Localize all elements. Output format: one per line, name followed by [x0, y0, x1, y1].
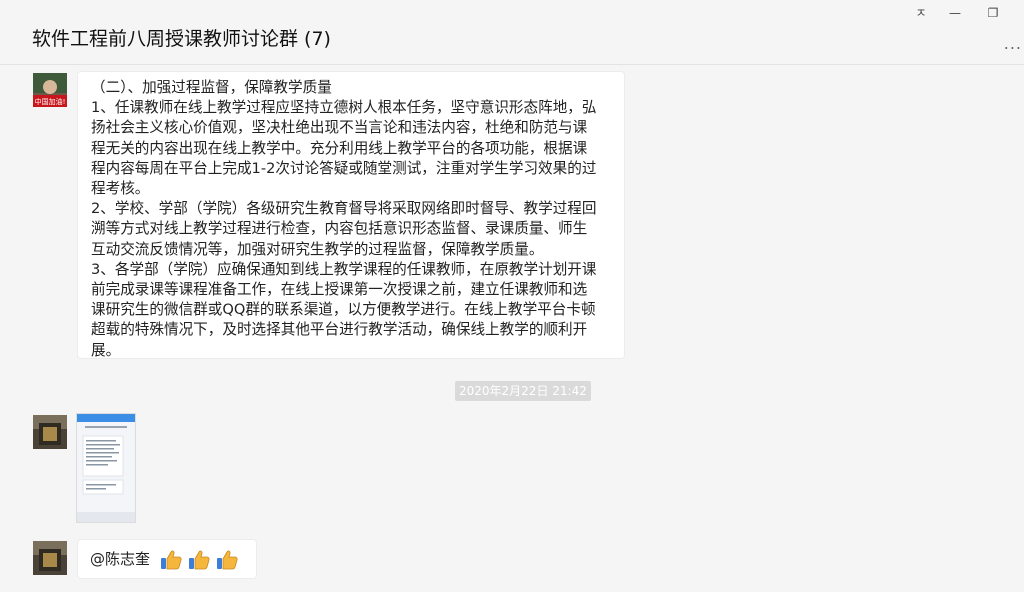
avatar-image [33, 415, 67, 449]
message-line: 2、学校、学部（学院）各级研究生教育督导将采取网络即时督导、教学过程回 [91, 200, 597, 218]
avatar[interactable] [33, 415, 67, 449]
mention-message[interactable]: @陈志奎 [78, 540, 256, 578]
thumbs-up-icon [188, 550, 210, 569]
message-line: 互动交流反馈情况等，加强对研究生教学的过程监督，保障教学质量。 [91, 240, 544, 258]
message-line: （二）、加强过程监督，保障教学质量 [91, 79, 332, 96]
message-line: 程无关的内容出现在线上教学中。充分利用线上教学平台的各项功能，根据课 [91, 139, 588, 157]
timestamp-badge: 2020年2月22日 21:42 [455, 381, 591, 401]
title-bar: 软件工程前八周授课教师讨论群 (7) ㅈ — ❐ ... [0, 0, 1024, 65]
more-options-icon[interactable]: ... [1004, 34, 1022, 53]
message-line: 前完成录课等课程准备工作，在线上授课第一次授课之前，建立任课教师和选 [91, 281, 588, 299]
avatar-image: 中国加油! [33, 73, 67, 107]
avatar[interactable] [33, 541, 67, 575]
message-line: 3、各学部（学院）应确保通知到线上教学课程的任课教师，在原教学计划开课 [91, 260, 597, 278]
message-line: 超载的特殊情况下，及时选择其他平台进行教学活动，确保线上教学的顺利开 [91, 321, 588, 339]
minimize-button[interactable]: — [944, 4, 966, 22]
restore-button[interactable]: ❐ [982, 4, 1004, 22]
screenshot-thumbnail [77, 414, 135, 522]
message-line: 溯等方式对线上教学过程进行检查，内容包括意识形态监督、录课质量、师生 [91, 220, 588, 238]
message-bubble[interactable]: （二）、加强过程监督，保障教学质量 1、任课教师在线上教学过程应坚持立德树人根本… [78, 72, 624, 359]
avatar-image [33, 541, 67, 575]
message-line: 程内容每周在平台上完成1-2次讨论答疑或随堂测试，注重对学生学习效果的过 [91, 159, 597, 177]
avatar-caption: 中国加油! [35, 97, 66, 106]
message-line: 扬社会主义核心价值观，坚决杜绝出现不当言论和违法内容，杜绝和防范与课 [91, 119, 588, 137]
thumbs-up-icon [216, 550, 238, 569]
emoji-group [155, 550, 239, 569]
thumbs-up-icon [160, 550, 182, 569]
chat-title: 软件工程前八周授课教师讨论群 (7) [32, 28, 331, 50]
message-line: 课研究生的微信群或QQ群的联系渠道，以方便教学进行。在线上教学平台卡顿 [91, 301, 596, 319]
message-line: 展。 [91, 341, 121, 359]
avatar[interactable]: 中国加油! [33, 73, 67, 107]
message-line: 程考核。 [91, 180, 150, 198]
mention-text: @陈志奎 [90, 550, 151, 568]
pin-icon[interactable]: ㅈ [910, 4, 932, 22]
message-line: 1、任课教师在线上教学过程应坚持立德树人根本任务，坚守意识形态阵地，弘 [91, 99, 597, 117]
image-message[interactable] [76, 413, 136, 523]
